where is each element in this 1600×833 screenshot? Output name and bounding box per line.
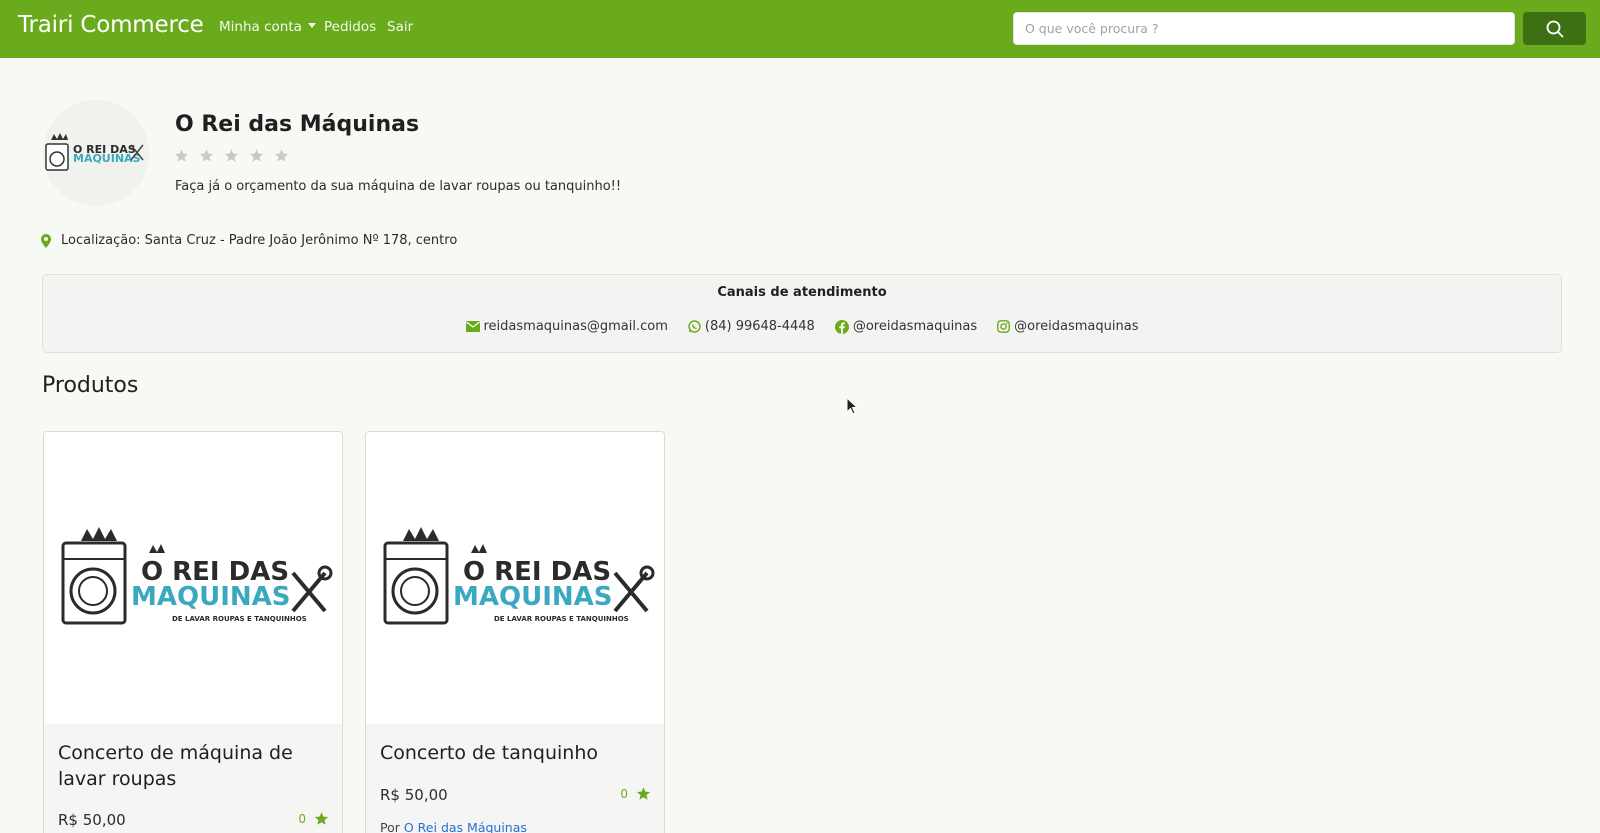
product-seller: Por O Rei das Máquinas	[380, 820, 527, 833]
star-icon	[174, 149, 189, 162]
logo-line3: DE LAVAR ROUPAS E TANQUINHOS	[172, 615, 307, 623]
logo-line2: MAQUINAS	[453, 582, 613, 612]
top-navbar: Trairi Commerce Minha conta Pedidos Sair	[0, 0, 1600, 58]
map-pin-icon	[41, 233, 51, 248]
channels-title: Canais de atendimento	[717, 285, 887, 300]
store-description: Faça já o orçamento da sua máquina de la…	[175, 179, 622, 194]
facebook-icon	[834, 319, 849, 334]
whatsapp-channel[interactable]: (84) 99648-4448	[688, 319, 815, 334]
seller-link[interactable]: O Rei das Máquinas	[404, 820, 527, 833]
facebook-channel[interactable]: @oreidasmaquinas	[834, 319, 978, 334]
product-card[interactable]: O REI DAS MAQUINAS DE LAVAR ROUPAS E TAN…	[365, 431, 665, 833]
chevron-down-icon	[307, 23, 316, 28]
search-input[interactable]	[1013, 12, 1515, 45]
product-price: R$ 50,00	[58, 811, 126, 829]
logo-line2: MAQUINAS	[131, 582, 291, 612]
rating-count: 0	[298, 811, 306, 826]
whatsapp-text: (84) 99648-4448	[704, 319, 815, 334]
instagram-text: @oreidasmaquinas	[1014, 319, 1139, 334]
star-icon	[224, 149, 239, 162]
logo-line2: MAQUINAS	[73, 152, 141, 165]
account-dropdown[interactable]: Minha conta	[219, 19, 316, 35]
brand-logo-text[interactable]: Trairi Commerce	[18, 12, 204, 38]
email-text: reidasmaquinas@gmail.com	[483, 319, 668, 334]
orders-link[interactable]: Pedidos	[324, 19, 376, 35]
location-text: Localização: Santa Cruz - Padre João Jer…	[61, 233, 458, 248]
product-title[interactable]: Concerto de tanquinho	[380, 740, 655, 766]
product-card[interactable]: O REI DAS MAQUINAS DE LAVAR ROUPAS E TAN…	[43, 431, 343, 833]
rating-count: 0	[620, 786, 628, 801]
instagram-icon	[997, 320, 1011, 333]
account-label: Minha conta	[219, 19, 302, 35]
seller-prefix: Por	[380, 820, 400, 833]
search-button[interactable]	[1523, 12, 1586, 45]
store-name: O Rei das Máquinas	[175, 112, 420, 137]
search-icon	[1546, 20, 1563, 37]
email-channel[interactable]: reidasmaquinas@gmail.com	[465, 319, 668, 334]
store-logo: O REI DAS MAQUINAS	[43, 100, 149, 206]
facebook-text: @oreidasmaquinas	[852, 319, 978, 334]
product-price: R$ 50,00	[380, 786, 448, 804]
store-location: Localização: Santa Cruz - Padre João Jer…	[41, 233, 457, 248]
product-rating: 0	[298, 811, 329, 826]
contact-channels-panel: Canais de atendimento reidasmaquinas@gma…	[42, 274, 1562, 353]
envelope-icon	[465, 321, 480, 332]
star-icon	[636, 787, 651, 800]
product-image: O REI DAS MAQUINAS DE LAVAR ROUPAS E TAN…	[366, 432, 664, 724]
logout-link[interactable]: Sair	[387, 19, 413, 35]
logo-line3: DE LAVAR ROUPAS E TANQUINHOS	[494, 615, 629, 623]
star-icon	[274, 149, 289, 162]
products-heading: Produtos	[42, 373, 139, 398]
star-icon	[199, 149, 214, 162]
product-rating: 0	[620, 786, 651, 801]
store-rating-stars	[174, 148, 289, 163]
star-icon	[249, 149, 264, 162]
whatsapp-icon	[688, 320, 701, 333]
mouse-cursor-icon	[846, 397, 858, 415]
star-icon	[314, 812, 329, 825]
instagram-channel[interactable]: @oreidasmaquinas	[997, 319, 1138, 334]
product-title[interactable]: Concerto de máquina de lavar roupas	[58, 740, 333, 792]
product-image: O REI DAS MAQUINAS DE LAVAR ROUPAS E TAN…	[44, 432, 342, 724]
